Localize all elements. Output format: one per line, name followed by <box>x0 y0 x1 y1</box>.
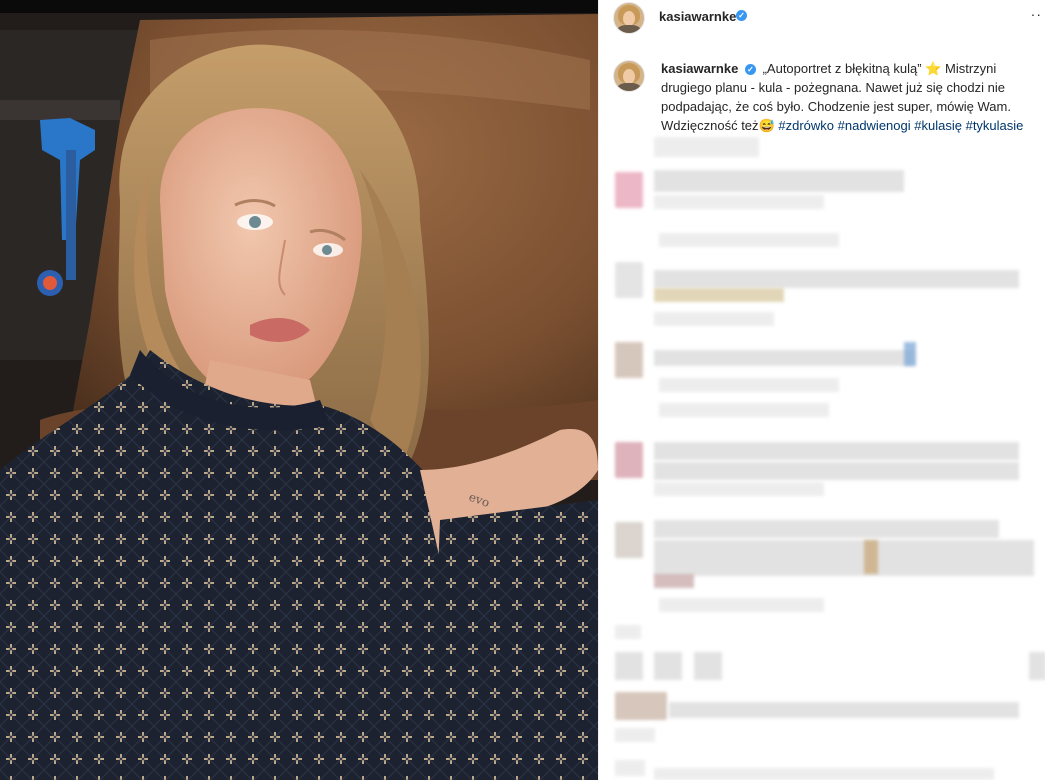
blurred-comment-emoji <box>904 342 916 366</box>
more-options-icon[interactable]: ·· <box>1031 6 1042 22</box>
blurred-comment-text <box>654 442 1019 460</box>
blurred-comment-text <box>654 540 1034 576</box>
blurred-comment-text <box>654 768 994 780</box>
caption-quote: „Autoportret z błękitną kulą” <box>762 61 922 76</box>
blurred-comment-meta <box>615 625 641 639</box>
post-header: kasiawarnke ✓ ·· <box>599 0 1045 34</box>
blurred-comment-avatar <box>615 342 643 378</box>
blurred-comment-avatar <box>615 692 667 720</box>
blurred-comment-text <box>654 350 914 366</box>
post-side-panel: kasiawarnke ✓ ·· kasiawarnke ✓ „Autoport… <box>598 0 1045 780</box>
blurred-comment-text <box>659 378 839 392</box>
blurred-comment-icon <box>654 652 682 680</box>
blurred-comment-emoji <box>654 574 694 588</box>
blurred-comment-avatar <box>615 652 643 680</box>
blurred-comment-text <box>669 702 1019 718</box>
blurred-comment-meta <box>615 760 645 776</box>
blurred-comment-emoji <box>864 540 878 574</box>
blurred-comment-text <box>654 462 1019 480</box>
blurred-comment-avatar <box>615 522 643 558</box>
hashtag-link[interactable]: #nadwienogi <box>838 118 911 133</box>
author-avatar[interactable] <box>613 2 645 34</box>
verified-badge-icon: ✓ <box>744 64 756 75</box>
blurred-comment-meta <box>659 403 829 417</box>
blurred-comment-text <box>654 270 1019 288</box>
blurred-comment-avatar <box>615 442 643 478</box>
blurred-comment-avatar <box>615 262 643 298</box>
blurred-comment-meta <box>654 482 824 496</box>
hashtag-link[interactable]: #zdrówko <box>778 118 834 133</box>
blurred-comment-text <box>654 520 999 538</box>
blurred-comment-meta <box>654 312 774 326</box>
blurred-comment-meta <box>659 233 839 247</box>
blurred-comment-text <box>654 170 904 192</box>
selfie-image: evo <box>0 0 598 780</box>
blurred-comment-text <box>654 288 784 302</box>
hashtag-link[interactable]: #kulasię <box>914 118 962 133</box>
sweat-smile-emoji-icon: 😅 <box>758 118 775 133</box>
star-emoji-icon: ⭐ <box>925 61 942 76</box>
blurred-comment-meta <box>615 728 655 742</box>
blurred-comment-icon <box>694 652 722 680</box>
post-caption: kasiawarnke ✓ „Autoportret z błękitną ku… <box>661 59 1045 135</box>
verified-badge-icon: ✓ <box>736 10 747 21</box>
blurred-comment-meta <box>659 598 824 612</box>
caption-username[interactable]: kasiawarnke <box>661 61 738 76</box>
blurred-comment-icon <box>1029 652 1045 680</box>
author-username[interactable]: kasiawarnke <box>659 9 736 24</box>
caption-avatar[interactable] <box>613 60 645 92</box>
post-photo[interactable]: evo <box>0 0 598 780</box>
blurred-comment-avatar <box>615 172 643 208</box>
hashtag-link[interactable]: #tykulasie <box>966 118 1024 133</box>
photo-top-bar <box>0 0 598 13</box>
blurred-comment-text <box>654 195 824 209</box>
blurred-caption-meta <box>654 137 759 157</box>
